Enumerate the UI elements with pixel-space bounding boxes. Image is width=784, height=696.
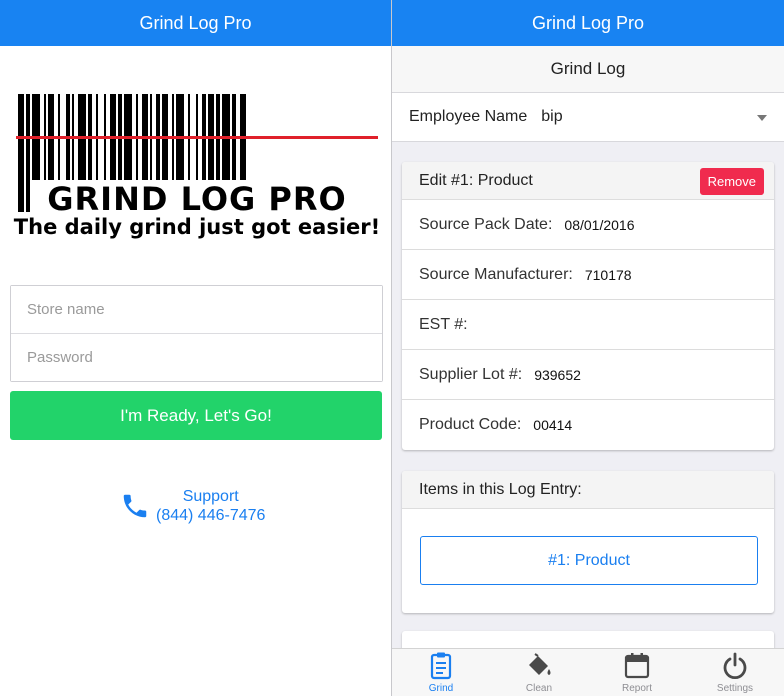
items-card-title: Items in this Log Entry:	[419, 480, 582, 498]
field-value: 710178	[584, 266, 632, 283]
grind-log-pro-logo: GRIND LOG PRO The daily grind just got e…	[12, 90, 382, 245]
field-value: 00414	[533, 417, 573, 433]
power-icon	[723, 652, 747, 680]
employee-name-label: Employee Name	[409, 108, 528, 125]
edit-product-card: Edit #1: Product Remove Source Pack Date…	[402, 162, 774, 450]
tab-label: Grind	[428, 683, 454, 694]
tab-clean[interactable]: Clean	[490, 649, 588, 696]
grind-log-screen: Grind Log Pro Grind Log Employee Name bi…	[392, 0, 784, 696]
tab-settings[interactable]: Settings	[686, 649, 784, 696]
logo-tagline: The daily grind just got easier!	[13, 215, 381, 239]
paint-bucket-icon	[529, 653, 551, 675]
field-label: EST #:	[419, 315, 468, 333]
login-app-title: Grind Log Pro	[139, 12, 252, 33]
tab-label: Clean	[525, 683, 553, 694]
tab-label: Report	[621, 683, 652, 694]
logo-scanline	[16, 136, 378, 139]
field-source-manufacturer[interactable]: Source Manufacturer: 710178	[402, 250, 774, 300]
password-input[interactable]	[11, 334, 382, 381]
field-supplier-lot[interactable]: Supplier Lot #: 939652	[402, 350, 774, 400]
field-label: Supplier Lot #:	[419, 365, 523, 383]
items-card-header: Items in this Log Entry:	[402, 471, 774, 509]
phone-icon	[123, 494, 147, 518]
login-screen: Grind Log Pro GRIND LOG PRO The daily gr…	[0, 0, 391, 696]
field-product-code[interactable]: Product Code: 00414	[402, 400, 774, 450]
support-link[interactable]: Support (844) 446-7476	[120, 487, 265, 525]
login-app-bar: Grind Log Pro	[0, 0, 391, 46]
support-label: Support	[182, 488, 239, 505]
edit-card-header: Edit #1: Product Remove	[402, 162, 774, 200]
store-name-input[interactable]	[11, 286, 382, 333]
employee-name-value: bip	[541, 108, 563, 125]
tab-report[interactable]: Report	[588, 649, 686, 696]
log-item-button[interactable]: #1: Product	[420, 536, 758, 585]
log-items-card: Items in this Log Entry: #1: Product	[402, 471, 774, 613]
clipboard-icon	[430, 652, 452, 680]
field-source-pack-date[interactable]: Source Pack Date: 08/01/2016	[402, 200, 774, 250]
log-app-title: Grind Log Pro	[531, 12, 645, 33]
edit-card-title: Edit #1: Product	[419, 171, 533, 189]
field-est-number[interactable]: EST #:	[402, 300, 774, 350]
logo-title: GRIND LOG PRO	[30, 180, 364, 218]
field-value: 939652	[534, 366, 581, 383]
login-form	[10, 285, 383, 382]
field-label: Source Manufacturer:	[419, 265, 573, 283]
lets-go-button[interactable]: I'm Ready, Let's Go!	[10, 391, 382, 440]
remove-button[interactable]: Remove	[699, 168, 764, 195]
tab-grind[interactable]: Grind	[392, 649, 490, 696]
section-title-bar: Grind Log	[392, 46, 784, 93]
log-app-bar: Grind Log Pro	[392, 0, 784, 46]
tab-label: Settings	[716, 683, 754, 694]
bottom-tab-bar: Grind Clean Report Settings	[392, 648, 784, 696]
support-phone: (844) 446-7476	[156, 507, 266, 524]
employee-name-select[interactable]: Employee Name bip	[392, 93, 784, 142]
calendar-icon	[624, 653, 650, 679]
dropdown-caret-icon	[757, 115, 767, 121]
field-value: 08/01/2016	[564, 216, 635, 233]
field-label: Source Pack Date:	[419, 215, 553, 233]
section-title: Grind Log	[550, 59, 626, 78]
field-label: Product Code:	[419, 416, 522, 433]
